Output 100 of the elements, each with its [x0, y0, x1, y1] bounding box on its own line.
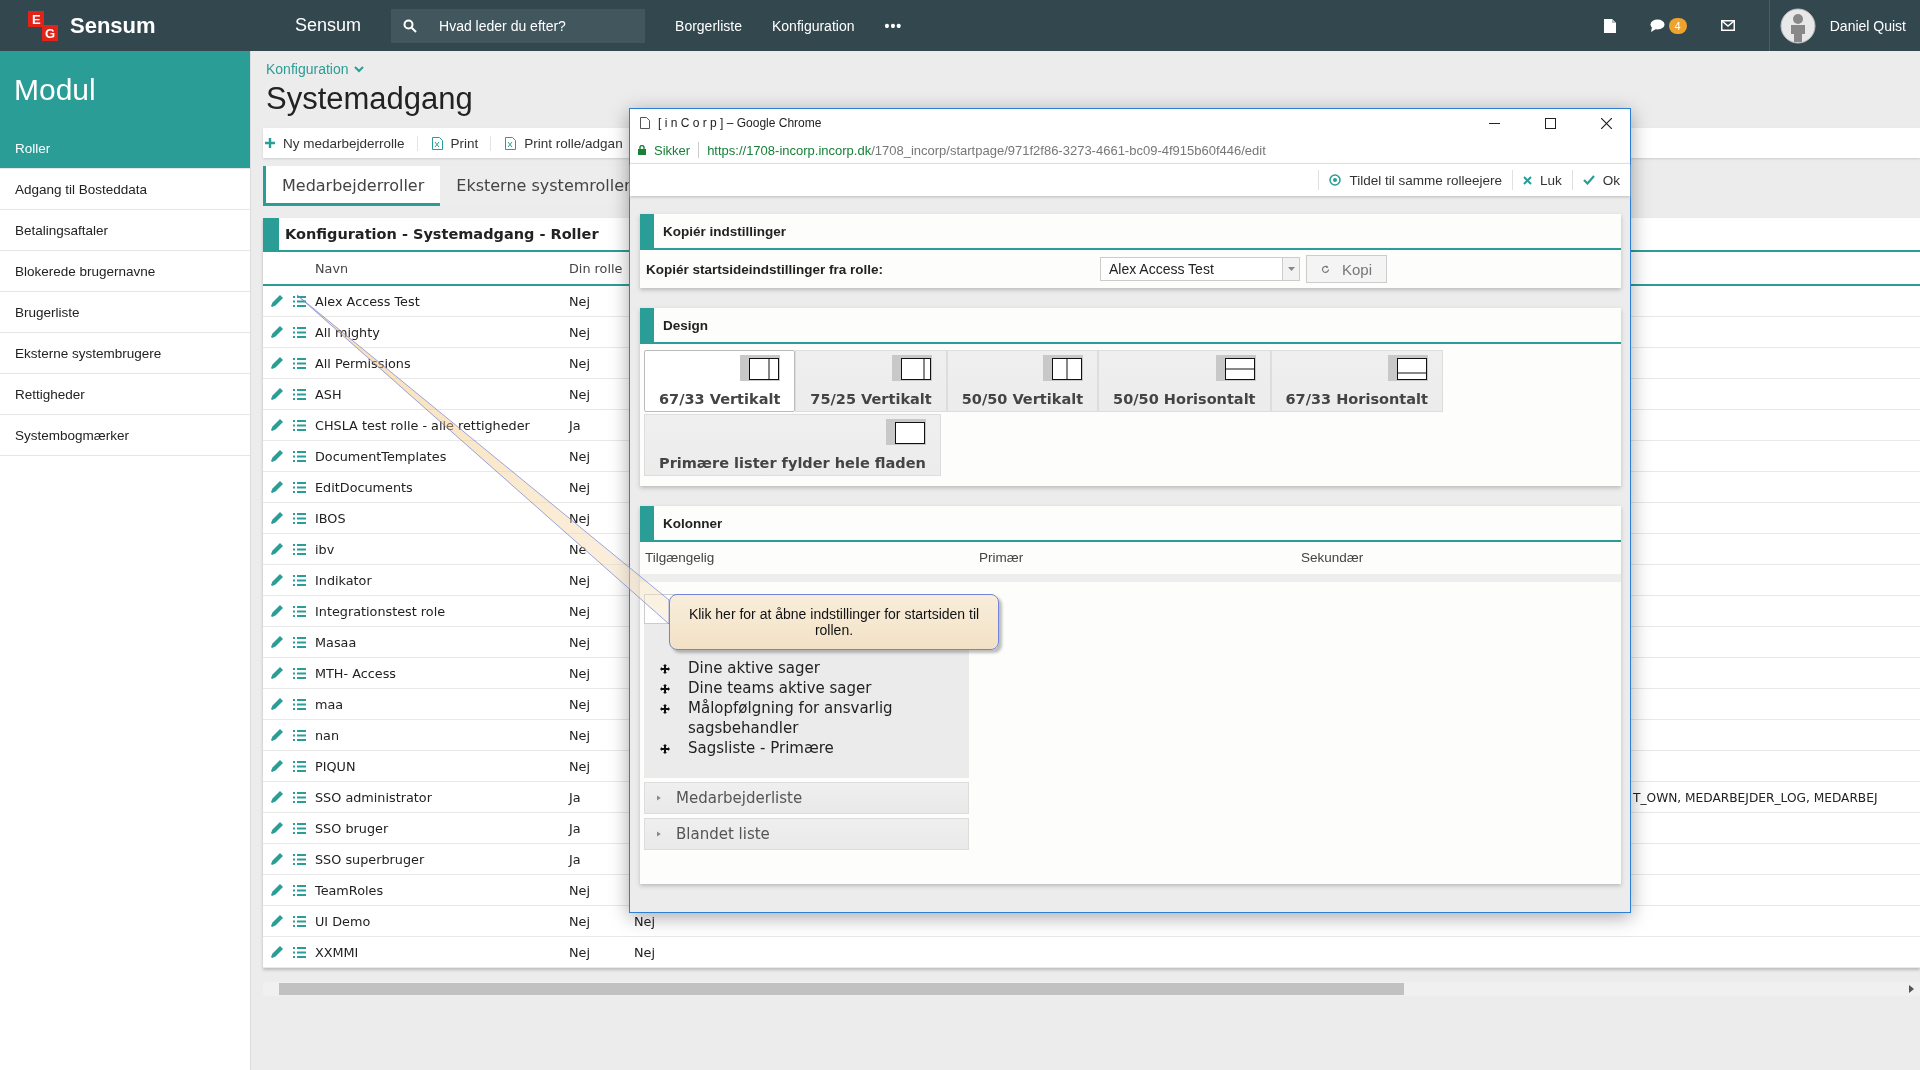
- table-cell-text: EditDocuments: [315, 479, 414, 495]
- list-icon[interactable]: [293, 946, 306, 958]
- list-icon[interactable]: [293, 884, 306, 896]
- layout-option[interactable]: 67/33 Horisontalt: [1270, 350, 1443, 412]
- table-cell-text: Ne: [569, 541, 588, 557]
- list-icon[interactable]: [293, 512, 306, 524]
- nav-link[interactable]: Borgerliste: [675, 17, 742, 34]
- pencil-icon[interactable]: [271, 605, 283, 617]
- list-icon[interactable]: [293, 450, 306, 462]
- action-button[interactable]: Luk: [1512, 172, 1572, 188]
- move-icon[interactable]: [660, 684, 670, 694]
- pencil-icon[interactable]: [271, 791, 283, 803]
- table-cell-text: SSO superbruger: [315, 851, 426, 867]
- column-name[interactable]: Målopfølgning for ansvarlig sagsbehandler: [688, 698, 959, 738]
- table-cell-text: Nej: [569, 572, 591, 588]
- pencil-icon[interactable]: [271, 574, 283, 586]
- column-name[interactable]: Dine teams aktive sager: [688, 678, 872, 698]
- sidebar-item[interactable]: Rettigheder: [0, 374, 250, 415]
- toolbar-button[interactable]: Print: [429, 135, 492, 151]
- pencil-icon[interactable]: [271, 388, 283, 400]
- pencil-icon[interactable]: [271, 853, 283, 865]
- pencil-icon[interactable]: [271, 729, 283, 741]
- layout-option[interactable]: 75/25 Vertikalt: [795, 350, 947, 412]
- move-icon[interactable]: [660, 744, 670, 754]
- role-dropdown[interactable]: Alex Access Test: [1100, 257, 1300, 281]
- layout-option[interactable]: 50/50 Vertikalt: [946, 350, 1099, 412]
- toolbar-button[interactable]: Ny medarbejderrolle: [263, 135, 418, 151]
- pencil-icon[interactable]: [271, 419, 283, 431]
- layout-option[interactable]: Primære lister fylder hele fladen: [644, 414, 941, 476]
- search-field[interactable]: Hvad leder du efter?: [391, 8, 646, 43]
- action-button[interactable]: Ok: [1572, 172, 1630, 188]
- pencil-icon[interactable]: [271, 636, 283, 648]
- list-icon[interactable]: [293, 543, 306, 555]
- list-icon[interactable]: [293, 295, 306, 307]
- user-name[interactable]: Daniel Quist: [1829, 17, 1906, 34]
- table-cell-text: XXMMI: [315, 944, 360, 960]
- chat-icon[interactable]: [1649, 19, 1665, 32]
- list-icon[interactable]: [293, 729, 306, 741]
- pencil-icon[interactable]: [271, 543, 283, 555]
- table-cell: Nej: [634, 913, 655, 929]
- pencil-icon[interactable]: [271, 295, 283, 307]
- pencil-icon[interactable]: [271, 698, 283, 710]
- table-cell-text: nan: [315, 727, 341, 743]
- list-icon[interactable]: [293, 791, 306, 803]
- notification-badge: 4: [1668, 17, 1687, 34]
- spreadsheet-file-icon: [431, 136, 443, 150]
- sidebar-item[interactable]: Brugerliste: [0, 292, 250, 333]
- scrollbar[interactable]: [263, 982, 1920, 996]
- document-icon[interactable]: [1603, 18, 1616, 33]
- layout-option[interactable]: 67/33 Vertikalt: [644, 350, 796, 412]
- list-icon[interactable]: [293, 822, 306, 834]
- move-icon[interactable]: [660, 664, 670, 674]
- sidebar-item[interactable]: Blokerede brugernavne: [0, 251, 250, 292]
- list-icon[interactable]: [293, 636, 306, 648]
- group-header[interactable]: Medarbejderliste: [644, 782, 969, 814]
- list-icon[interactable]: [293, 760, 306, 772]
- pencil-icon[interactable]: [271, 450, 283, 462]
- avatar-icon[interactable]: [1779, 7, 1816, 44]
- maximize-icon[interactable]: [1545, 117, 1556, 129]
- scroll-right-icon[interactable]: [1909, 985, 1914, 993]
- table-cell-text: maa: [315, 696, 345, 712]
- pencil-icon[interactable]: [271, 667, 283, 679]
- sidebar-item[interactable]: Adgang til Bosteddata: [0, 169, 250, 210]
- pencil-icon[interactable]: [271, 822, 283, 834]
- nav-link[interactable]: Konfiguration: [771, 17, 855, 34]
- pencil-icon[interactable]: [271, 760, 283, 772]
- move-icon[interactable]: [660, 704, 670, 714]
- list-icon[interactable]: [293, 698, 306, 710]
- sidebar-item[interactable]: Systembogmærker: [0, 415, 250, 456]
- more-menu[interactable]: •••: [884, 17, 903, 34]
- list-icon[interactable]: [293, 574, 306, 586]
- list-icon[interactable]: [293, 853, 306, 865]
- pencil-icon[interactable]: [271, 915, 283, 927]
- list-icon[interactable]: [293, 481, 306, 493]
- sidebar-item[interactable]: Eksterne systembrugere: [0, 333, 250, 374]
- pencil-icon[interactable]: [271, 512, 283, 524]
- layout-option[interactable]: 50/50 Horisontalt: [1098, 350, 1271, 412]
- table-cell-text: Nej: [569, 696, 591, 712]
- list-icon[interactable]: [293, 419, 306, 431]
- close-icon[interactable]: [1601, 117, 1612, 129]
- list-icon[interactable]: [293, 357, 306, 369]
- list-icon[interactable]: [293, 915, 306, 927]
- column-name[interactable]: Sagsliste - Primære: [688, 738, 834, 758]
- pencil-icon[interactable]: [271, 326, 283, 338]
- column-name[interactable]: Dine aktive sager: [688, 658, 820, 678]
- list-icon[interactable]: [293, 326, 306, 338]
- mail-icon[interactable]: [1720, 20, 1735, 31]
- pencil-icon[interactable]: [271, 357, 283, 369]
- spreadsheet-file-icon: [505, 136, 517, 150]
- list-icon[interactable]: [293, 667, 306, 679]
- sidebar-item[interactable]: Betalingsaftaler: [0, 210, 250, 251]
- pencil-icon[interactable]: [271, 946, 283, 958]
- list-icon[interactable]: [293, 605, 306, 617]
- table-cell-text: MTH- Access: [315, 665, 397, 681]
- group-header[interactable]: Blandet liste: [644, 818, 969, 850]
- list-icon[interactable]: [293, 388, 306, 400]
- pencil-icon[interactable]: [271, 884, 283, 896]
- pencil-icon[interactable]: [271, 481, 283, 493]
- action-button[interactable]: Tildel til samme rolleejere: [1319, 172, 1512, 188]
- tab[interactable]: Medarbejderroller: [263, 166, 441, 206]
